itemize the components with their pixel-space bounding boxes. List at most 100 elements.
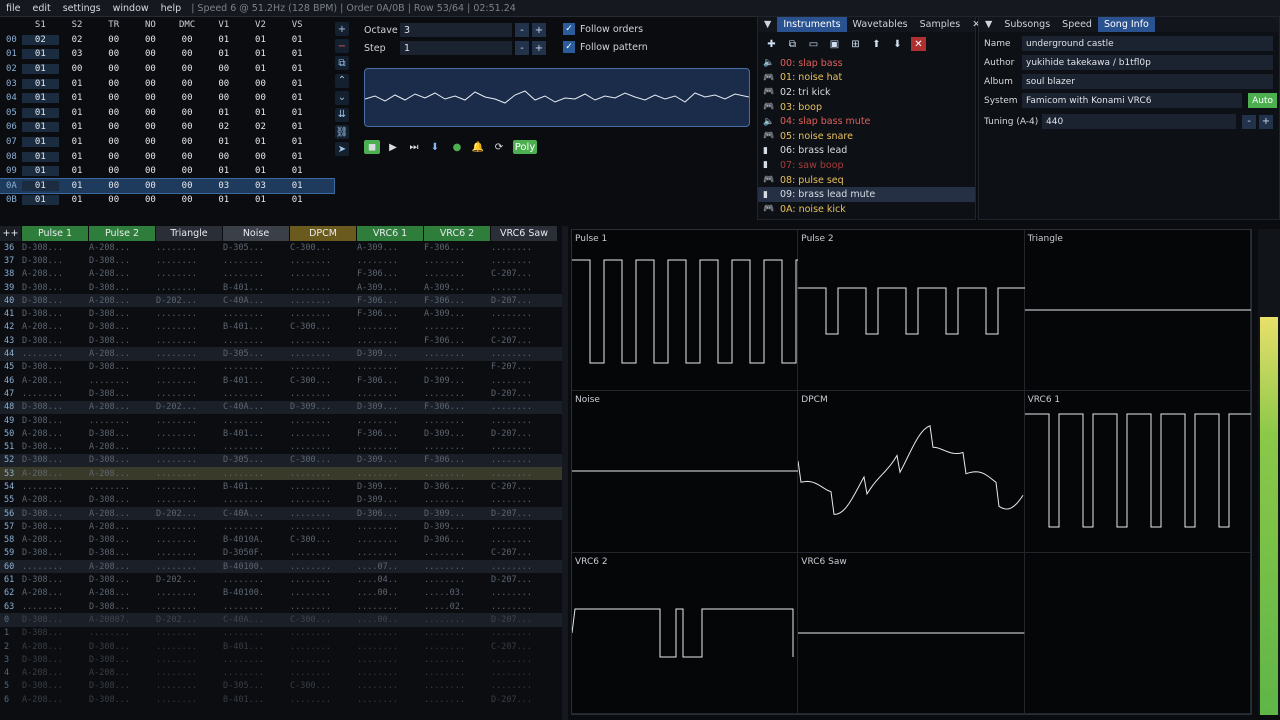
- pattern-cell[interactable]: ........: [357, 522, 424, 532]
- order-cell[interactable]: 01: [22, 151, 59, 162]
- channel-header[interactable]: Noise: [223, 226, 290, 241]
- pattern-scrollbar[interactable]: [562, 226, 568, 720]
- instrument-item[interactable]: 🎮 08: pulse seq: [758, 173, 975, 188]
- tab-subsongs[interactable]: Subsongs: [998, 17, 1056, 32]
- instrument-item[interactable]: 🎮 03: boop: [758, 100, 975, 115]
- order-cell[interactable]: 00: [59, 64, 96, 74]
- order-cell[interactable]: 02: [22, 34, 59, 45]
- order-cell[interactable]: 00: [205, 79, 242, 89]
- pattern-cell[interactable]: A-208...: [89, 469, 156, 479]
- menu-help[interactable]: help: [155, 3, 188, 14]
- order-cell[interactable]: 01: [279, 152, 316, 162]
- pattern-cell[interactable]: D-308...: [89, 602, 156, 612]
- pattern-cell[interactable]: ........: [156, 522, 223, 532]
- order-cell[interactable]: 00: [169, 79, 206, 89]
- order-row[interactable]: 01 01 03 00 00 00 01 01 01: [0, 47, 334, 62]
- order-cell[interactable]: 00: [132, 166, 169, 176]
- pattern-cell[interactable]: ........: [424, 562, 491, 572]
- tab-wavetables[interactable]: Wavetables: [847, 17, 914, 32]
- pattern-cell[interactable]: ........: [156, 469, 223, 479]
- pattern-cell[interactable]: F-306...: [357, 269, 424, 279]
- pattern-cell[interactable]: D-308...: [89, 283, 156, 293]
- order-cell[interactable]: 01: [242, 137, 279, 147]
- pattern-row[interactable]: 60........ A-208........... B-40100.......…: [0, 560, 562, 574]
- pattern-cell[interactable]: D-207...: [491, 575, 558, 585]
- album-field[interactable]: soul blazer: [1022, 74, 1273, 89]
- pattern-row[interactable]: 44........ A-208........... D-305.........…: [0, 347, 562, 361]
- pattern-cell[interactable]: ........: [424, 322, 491, 332]
- order-cell[interactable]: 01: [59, 152, 96, 162]
- step-plus-button[interactable]: +: [532, 41, 546, 55]
- pattern-cell[interactable]: ........: [424, 469, 491, 479]
- instrument-item[interactable]: ▮ 06: brass lead: [758, 144, 975, 159]
- collapse-icon[interactable]: ▼: [758, 17, 777, 32]
- order-cell[interactable]: 00: [132, 181, 169, 191]
- follow-pattern-toggle[interactable]: ✓ Follow pattern: [563, 41, 648, 53]
- instrument-item[interactable]: 🎮 02: tri kick: [758, 85, 975, 100]
- order-cell[interactable]: 01: [22, 195, 59, 206]
- order-row[interactable]: 0A 01 01 00 00 00 03 03 01: [0, 177, 335, 195]
- pattern-cell[interactable]: D-308...: [22, 615, 89, 625]
- stop-icon[interactable]: ◼: [364, 140, 380, 154]
- pattern-row[interactable]: 59 D-308... D-308........... D-3050F.......…: [0, 547, 562, 560]
- pattern-cell[interactable]: C-40A...: [223, 296, 290, 306]
- order-cell[interactable]: 00: [169, 93, 206, 103]
- pattern-cell[interactable]: ........: [491, 602, 558, 612]
- pattern-cell[interactable]: ........: [491, 349, 558, 359]
- pattern-cell[interactable]: D-309...: [357, 455, 424, 465]
- pattern-cell[interactable]: B-401...: [223, 429, 290, 439]
- link-icon[interactable]: ⛓: [335, 125, 349, 140]
- pattern-cell[interactable]: C-40A...: [223, 509, 290, 519]
- order-cell[interactable]: 00: [95, 35, 132, 45]
- order-cell[interactable]: 01: [279, 122, 316, 132]
- pattern-cell[interactable]: ........: [491, 628, 558, 638]
- pattern-cell[interactable]: B-401...: [223, 642, 290, 652]
- pattern-cell[interactable]: D-309...: [357, 402, 424, 412]
- order-row[interactable]: 06 01 01 00 00 00 02 02 01: [0, 120, 334, 135]
- pattern-cell[interactable]: D-308...: [22, 362, 89, 372]
- pattern-cell[interactable]: ........: [357, 681, 424, 691]
- system-field[interactable]: Famicom with Konami VRC6: [1022, 93, 1243, 108]
- pattern-cell[interactable]: ........: [357, 548, 424, 558]
- pattern-cell[interactable]: D-308...: [22, 296, 89, 306]
- pattern-cell[interactable]: ........: [357, 628, 424, 638]
- repeat-icon[interactable]: ⟳: [491, 140, 507, 154]
- order-cell[interactable]: 01: [22, 122, 59, 133]
- pattern-cell[interactable]: A-208...: [89, 668, 156, 678]
- pattern-cell[interactable]: ........: [290, 349, 357, 359]
- pattern-cell[interactable]: ........: [290, 588, 357, 598]
- pattern-cell[interactable]: D-309...: [357, 495, 424, 505]
- channel-header[interactable]: VRC6 1: [357, 226, 424, 241]
- pattern-cell[interactable]: D-202...: [156, 509, 223, 519]
- pattern-cell[interactable]: C-300...: [290, 243, 357, 253]
- pattern-cell[interactable]: ........: [491, 562, 558, 572]
- pattern-cell[interactable]: ........: [491, 668, 558, 678]
- pattern-row[interactable]: 47........ D-308.........................…: [0, 387, 562, 400]
- pattern-cell[interactable]: A-309...: [424, 283, 491, 293]
- pattern-cell[interactable]: ........: [223, 602, 290, 612]
- pattern-cell[interactable]: ........: [424, 628, 491, 638]
- pattern-cell[interactable]: ........: [357, 416, 424, 426]
- pattern-cell[interactable]: ........: [357, 535, 424, 545]
- pattern-row[interactable]: 0 D-308... A-20807. D-202... C-40A... C-300..…: [0, 613, 562, 627]
- pattern-cell[interactable]: B-40100.: [223, 588, 290, 598]
- pattern-cell[interactable]: C-300...: [290, 322, 357, 332]
- pattern-row[interactable]: 6 A-208... D-308........... B-401..........…: [0, 693, 562, 706]
- save-icon[interactable]: ▣: [827, 37, 842, 51]
- order-cell[interactable]: 00: [132, 137, 169, 147]
- pattern-cell[interactable]: ........: [290, 469, 357, 479]
- pattern-cell[interactable]: D-3050F.: [223, 548, 290, 558]
- pattern-cell[interactable]: ........: [156, 243, 223, 253]
- pattern-cell[interactable]: A-208...: [89, 296, 156, 306]
- channel-header[interactable]: VRC6 2: [424, 226, 491, 241]
- pattern-cell[interactable]: D-308...: [22, 243, 89, 253]
- add-icon[interactable]: ✚: [764, 37, 779, 51]
- pattern-cell[interactable]: ........: [156, 695, 223, 705]
- instrument-item[interactable]: 🎮 01: noise hat: [758, 71, 975, 86]
- order-row[interactable]: 02 01 00 00 00 00 00 01 01: [0, 62, 334, 77]
- pattern-cell[interactable]: A-208...: [22, 535, 89, 545]
- order-cell[interactable]: 00: [169, 137, 206, 147]
- pattern-cell[interactable]: F-306...: [357, 429, 424, 439]
- order-cell[interactable]: 01: [279, 64, 316, 74]
- pattern-cell[interactable]: ........: [156, 535, 223, 545]
